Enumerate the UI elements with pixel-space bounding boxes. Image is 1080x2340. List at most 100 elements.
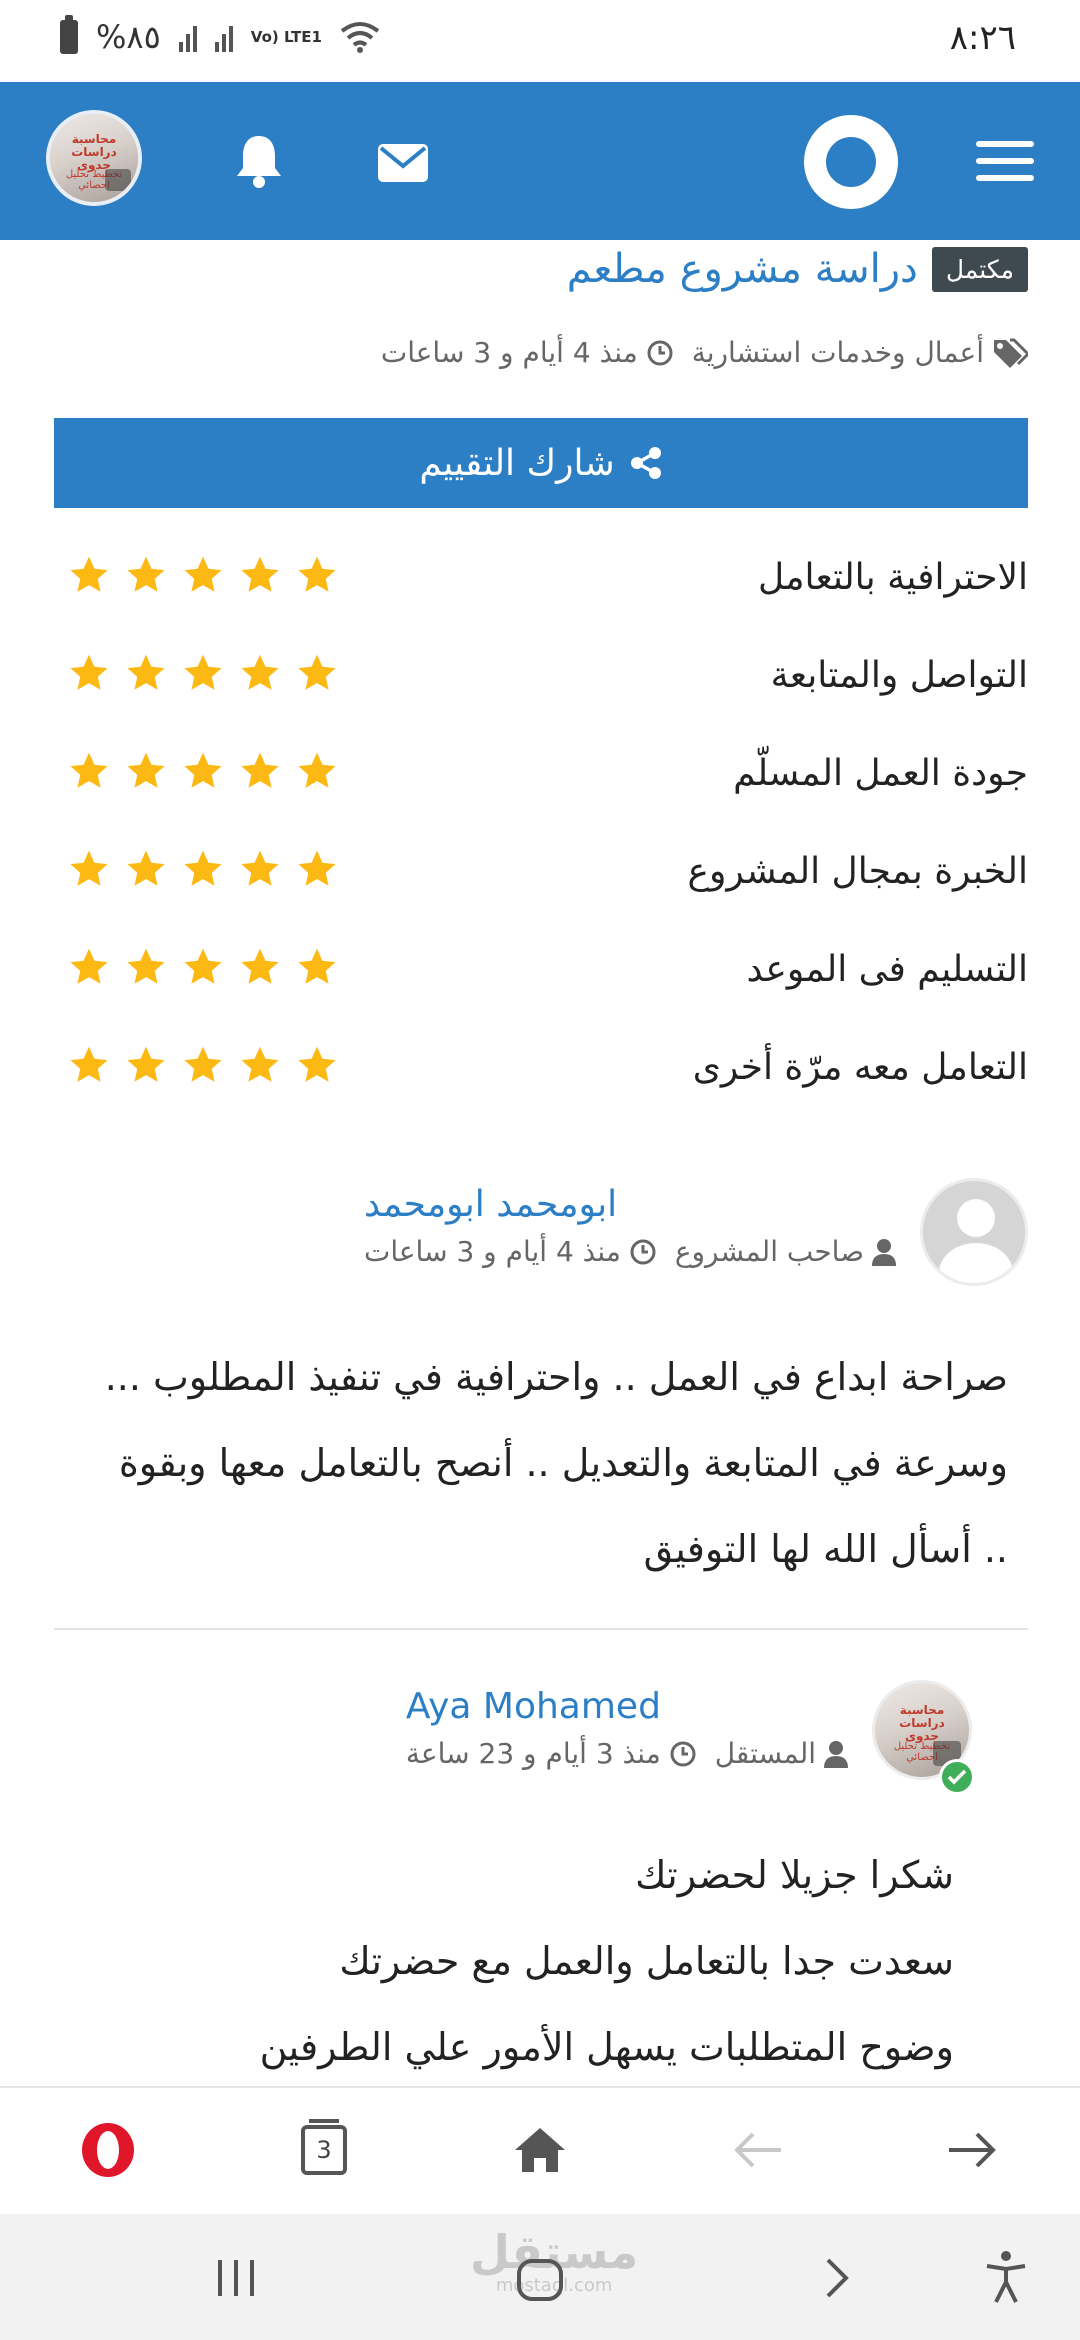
star-icon <box>239 750 281 796</box>
comment-line: وسرعة في المتابعة والتعديل .. أنصح بالتع… <box>118 1441 1008 1485</box>
share-label: شارك التقييم <box>419 442 615 484</box>
forward-arrow-icon[interactable] <box>940 2118 1004 2182</box>
rating-label: الاحترافية بالتعامل <box>757 556 1028 598</box>
project-title[interactable]: دراسة مشروع مطعم <box>567 246 918 292</box>
project-time: منذ 4 أيام و 3 ساعات <box>381 336 674 369</box>
project-category[interactable]: أعمال وخدمات استشارية <box>692 336 1028 369</box>
back-arrow-icon[interactable] <box>726 2118 790 2182</box>
verified-badge-icon <box>939 1759 975 1795</box>
star-icon <box>239 1044 281 1090</box>
star-icon <box>125 848 167 894</box>
rating-row: التعامل معه مرّة أخرى <box>54 1018 1028 1116</box>
share-rating-button[interactable]: شارك التقييم <box>54 418 1028 508</box>
star-icon <box>296 848 338 894</box>
rating-row: التسليم فى الموعد <box>54 920 1028 1018</box>
star-icon <box>125 1044 167 1090</box>
avatar-text-top: محاسبة دراسات جدوى <box>71 132 117 173</box>
star-icon <box>68 848 110 894</box>
star-icon <box>182 1044 224 1090</box>
reply-line: شكرا جزيلا لحضرتك <box>635 1853 954 1897</box>
rating-label: التواصل والمتابعة <box>770 654 1028 696</box>
tag-icon <box>994 338 1028 368</box>
clock-icon <box>670 1741 696 1766</box>
star-icon <box>182 946 224 992</box>
status-badge: مكتمل <box>931 246 1028 292</box>
rating-label: التعامل معه مرّة أخرى <box>692 1046 1028 1088</box>
wifi-icon <box>340 21 380 53</box>
star-icon <box>125 652 167 698</box>
star-icon <box>125 554 167 600</box>
default-avatar[interactable] <box>920 1178 1028 1286</box>
category-label: أعمال وخدمات استشارية <box>691 336 984 369</box>
freelancer-avatar[interactable]: محاسبة دراسات جدوى تخطيط تحليل احصائي <box>872 1680 975 1795</box>
home-icon[interactable] <box>508 2118 572 2182</box>
avatar-image: محاسبة دراسات جدوى تخطيط تحليل احصائي <box>50 114 138 202</box>
rating-label: الخبرة بمجال المشروع <box>687 850 1028 892</box>
envelope-icon[interactable] <box>378 144 428 186</box>
star-icon <box>68 1044 110 1090</box>
star-icon <box>125 750 167 796</box>
star-icon <box>182 750 224 796</box>
comment-author[interactable]: ابومحمد ابومحمد <box>364 1184 617 1225</box>
star-icon <box>239 554 281 600</box>
site-logo-icon[interactable] <box>804 115 898 209</box>
signal-icon <box>178 22 197 52</box>
star-rating <box>54 1044 338 1090</box>
comment-header: ابومحمد ابومحمد صاحب المشروع منذ 4 أيام … <box>364 1178 1028 1286</box>
user-icon <box>872 1238 896 1266</box>
star-icon <box>296 554 338 600</box>
status-indicators: %٨٥ Vo) LTE1 <box>60 15 380 56</box>
rating-label: جودة العمل المسلّم <box>733 752 1028 794</box>
rating-row: التواصل والمتابعة <box>54 626 1028 724</box>
reply-header: محاسبة دراسات جدوى تخطيط تحليل احصائي Ay… <box>406 1680 975 1795</box>
rating-label: التسليم فى الموعد <box>746 948 1028 990</box>
user-avatar[interactable]: محاسبة دراسات جدوى تخطيط تحليل احصائي <box>46 110 142 206</box>
reply-role: المستقل <box>715 1737 848 1770</box>
clock: ٨:٢٦ <box>949 18 1016 58</box>
comment-line: .. أسأل الله لها التوفيق <box>643 1527 1008 1571</box>
star-icon <box>239 946 281 992</box>
accessibility-icon[interactable] <box>984 2250 1028 2308</box>
share-icon <box>630 447 661 479</box>
star-icon <box>296 946 338 992</box>
star-icon <box>68 750 110 796</box>
star-icon <box>182 848 224 894</box>
star-icon <box>239 652 281 698</box>
browser-toolbar: 3 <box>0 2086 1080 2214</box>
star-rating <box>54 750 338 796</box>
clock-icon <box>630 1239 656 1264</box>
system-back-icon[interactable] <box>824 2256 852 2304</box>
star-rating <box>54 554 338 600</box>
rating-row: الاحترافية بالتعامل <box>54 528 1028 626</box>
star-icon <box>68 946 110 992</box>
rating-row: الخبرة بمجال المشروع <box>54 822 1028 920</box>
network-type: Vo) LTE1 <box>250 27 322 46</box>
star-rating <box>54 652 338 698</box>
star-icon <box>296 652 338 698</box>
comment-line: صراحة ابداع في العمل .. واحترافية في تنف… <box>104 1355 1008 1399</box>
star-icon <box>182 652 224 698</box>
comment-time: منذ 4 أيام و 3 ساعات <box>364 1235 657 1268</box>
star-icon <box>68 554 110 600</box>
divider <box>54 1628 1028 1630</box>
comment-text: صراحة ابداع في العمل .. واحترافية في تنف… <box>68 1334 1008 1592</box>
bell-icon[interactable] <box>234 132 284 192</box>
star-icon <box>296 1044 338 1090</box>
reply-author[interactable]: Aya Mohamed <box>406 1686 661 1727</box>
hamburger-menu-icon[interactable] <box>976 141 1034 181</box>
opera-icon[interactable] <box>76 2118 140 2182</box>
star-rating <box>54 946 338 992</box>
ratings-list: الاحترافية بالتعامل التواصل والمتابعة جودة… <box>54 528 1028 1116</box>
recent-apps-icon[interactable] <box>214 2258 258 2302</box>
project-meta: أعمال وخدمات استشارية منذ 4 أيام و 3 ساع… <box>381 336 1028 369</box>
star-icon <box>182 554 224 600</box>
status-bar: %٨٥ Vo) LTE1 ٨:٢٦ <box>0 0 1080 82</box>
time-label: منذ 4 أيام و 3 ساعات <box>380 336 638 369</box>
user-icon <box>824 1740 848 1768</box>
tabs-button[interactable]: 3 <box>292 2118 356 2182</box>
system-navigation: مستقل mostaql.com <box>0 2214 1080 2340</box>
home-button-icon[interactable] <box>516 2258 564 2306</box>
reply-text: شكرا جزيلا لحضرتك سعدت جدا بالتعامل والع… <box>74 1832 954 2090</box>
star-icon <box>296 750 338 796</box>
battery-icon <box>60 15 78 54</box>
